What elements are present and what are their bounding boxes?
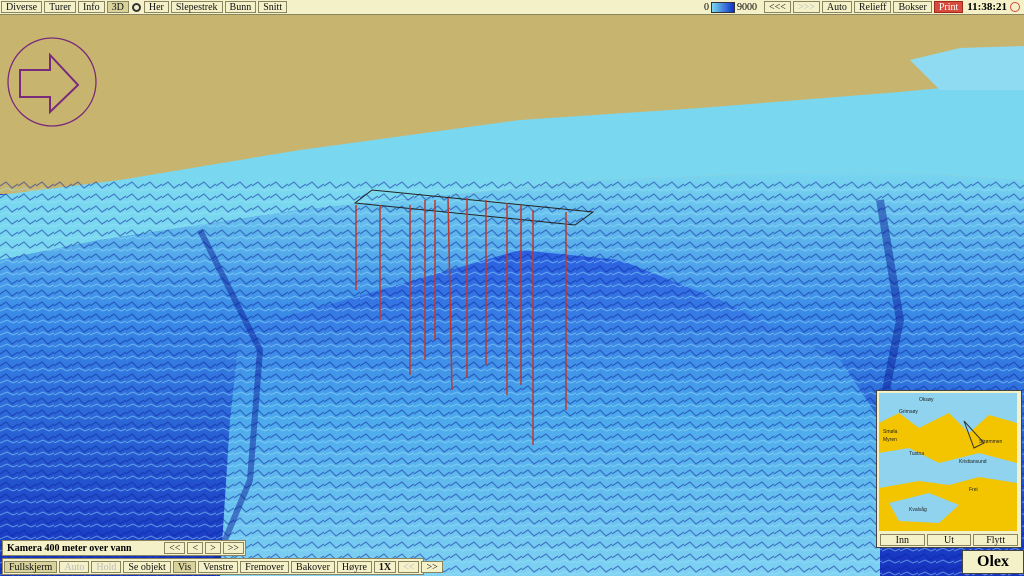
overview-map[interactable]: Oksøy Grimsøy Smøla Myren Tustna Strømme… [876,390,1022,548]
overview-map-chart[interactable]: Oksøy Grimsøy Smøla Myren Tustna Strømme… [879,393,1017,531]
map-label: Grimsøy [899,409,918,415]
history-forward-button[interactable]: >>> [792,1,820,13]
history-back-button[interactable]: <<< [764,1,791,13]
menu-bunn[interactable]: Bunn [224,1,257,13]
menu-her[interactable]: Her [143,1,169,13]
menu-3d[interactable]: 3D [106,1,129,13]
camera-panel: Kamera 400 meter over vann << < > >> [2,540,246,556]
speed-button[interactable]: 1X [373,560,397,573]
app-logo: Olex [962,550,1024,574]
zoom-out-button[interactable]: Ut [926,534,972,546]
left-button[interactable]: Venstre [198,560,239,573]
bokser-button[interactable]: Bokser [893,1,932,13]
top-toolbar: Diverse Turer Info 3D Her Slepestrek Bun… [0,0,1024,15]
speed-down-button[interactable]: << [398,560,420,573]
depth-scale-min: 0 [704,1,710,13]
backward-button[interactable]: Bakover [291,560,335,573]
map-label: Strømmen [979,439,1003,445]
forward-button[interactable]: Fremover [240,560,290,573]
relieff-button[interactable]: Relieff [853,1,892,13]
target-icon[interactable] [131,2,141,12]
depth-scale: 0 9000 [704,1,758,13]
speed-up-button[interactable]: >> [421,560,443,573]
camera-back-button[interactable]: < [187,542,204,554]
fullscreen-button[interactable]: Fullskjerm [4,560,58,573]
depth-scale-bar [711,1,736,13]
auto-nav-button[interactable]: Auto [59,560,90,573]
menu-diverse[interactable]: Diverse [1,1,43,13]
map-label: Myren [883,437,897,443]
map-label: Smøla [883,429,898,435]
auto-button[interactable]: Auto [821,1,852,13]
hold-button[interactable]: Hold [91,560,122,573]
camera-forward-button[interactable]: > [205,542,221,554]
3d-seabed-view[interactable] [0,0,1024,576]
menu-turer[interactable]: Turer [44,1,76,13]
camera-label: Kamera 400 meter over vann [7,542,132,554]
map-label: Kristiansund [959,459,987,465]
map-label: Tustna [909,451,924,457]
bottom-toolbar: Fullskjerm Auto Hold Se objekt Vis Venst… [2,558,443,575]
gps-status-icon [1010,2,1020,12]
view-object-button[interactable]: Se objekt [123,560,171,573]
map-label: Oksøy [919,397,934,403]
move-map-button[interactable]: Flytt [973,534,1019,546]
menu-slepestrek[interactable]: Slepestrek [170,1,223,13]
right-button[interactable]: Høyre [336,560,372,573]
zoom-in-button[interactable]: Inn [880,534,925,546]
map-label: Frei [969,487,978,493]
print-button[interactable]: Print [933,1,964,13]
terrain-texture [0,180,1024,576]
depth-scale-max: 9000 [737,1,758,13]
map-label: Kvalvåg [909,506,927,513]
show-button[interactable]: Vis [172,560,197,573]
menu-info[interactable]: Info [77,1,105,13]
clock: 11:38:21 [967,1,1007,13]
camera-fast-forward-button[interactable]: >> [222,542,244,554]
menu-snitt[interactable]: Snitt [258,1,288,13]
overview-map-controls: Inn Ut Flytt [879,534,1019,546]
camera-fast-back-button[interactable]: << [164,542,186,554]
